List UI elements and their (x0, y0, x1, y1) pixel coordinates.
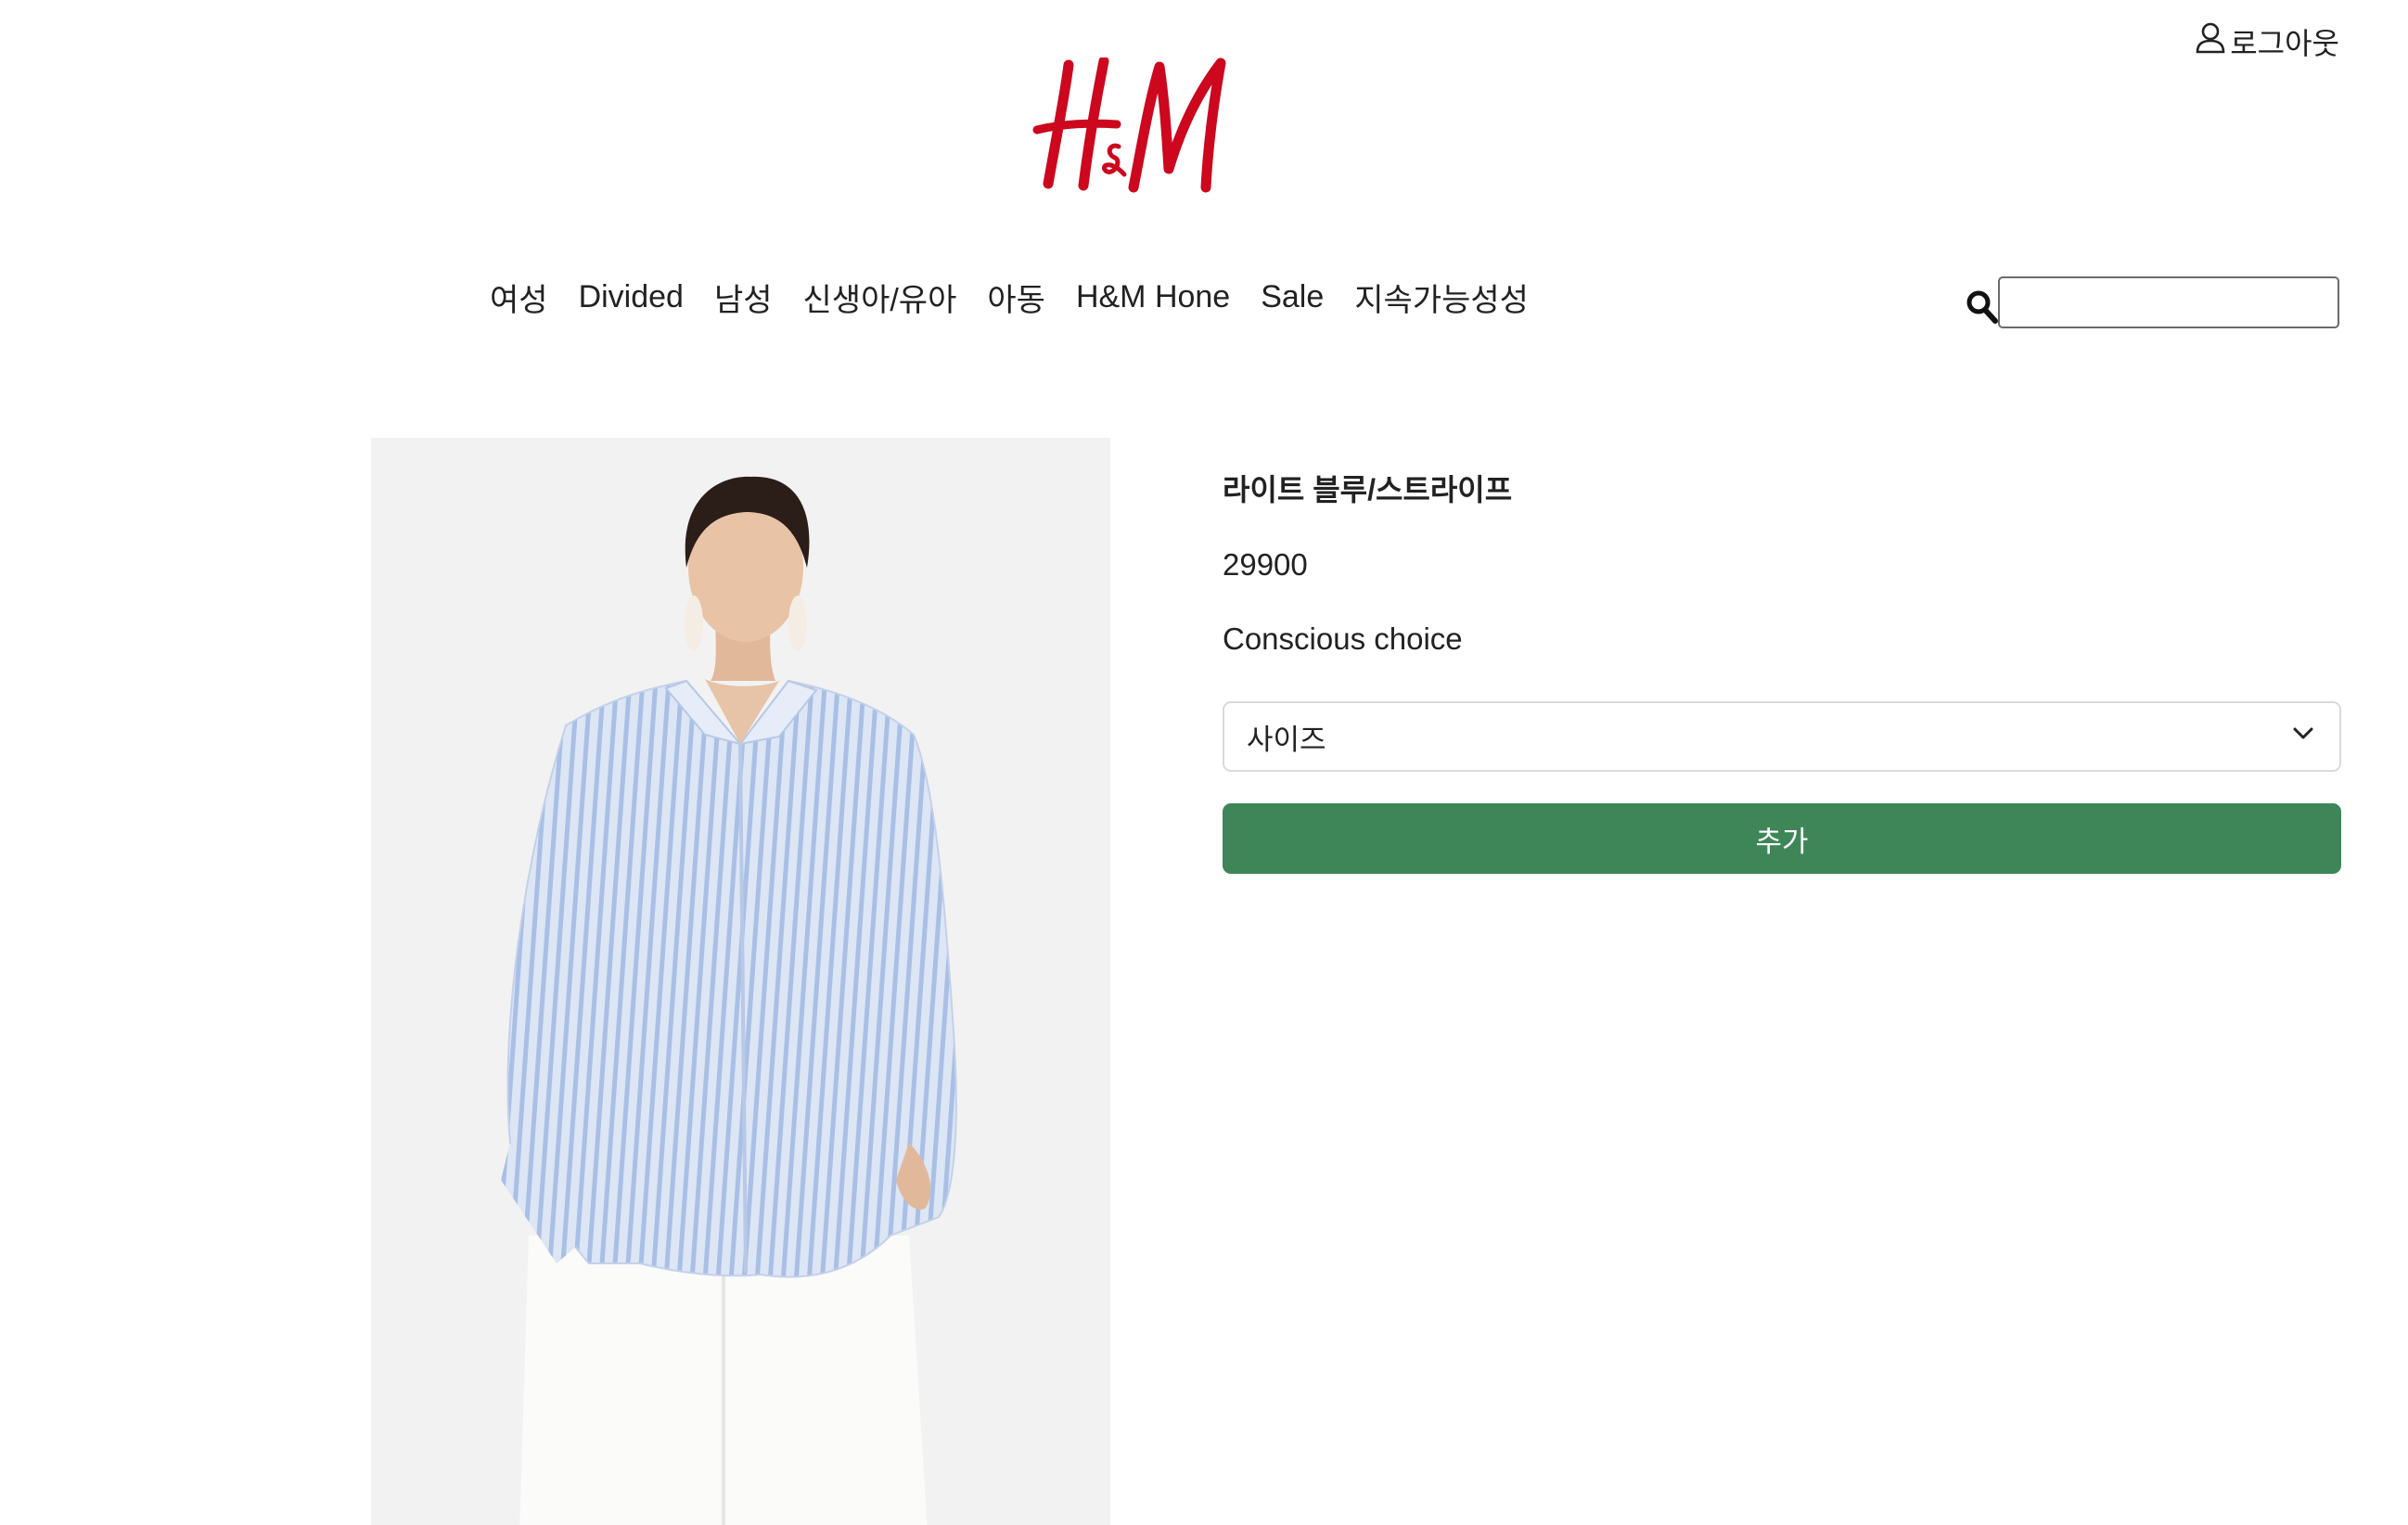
logout-link[interactable]: 로그아웃 (2195, 20, 2339, 63)
conscious-choice-tag: Conscious choice (1223, 622, 1463, 656)
product-image (371, 438, 1110, 1525)
nav-item-divided[interactable]: Divided (579, 279, 684, 315)
user-icon (2195, 21, 2226, 62)
chevron-down-icon (2289, 719, 2317, 754)
nav-item-sustainability[interactable]: 지속가능성성 (1354, 275, 1529, 320)
add-button-label: 추가 (1755, 825, 1809, 858)
size-select-label: 사이즈 (1247, 723, 1326, 756)
hm-logo[interactable] (1031, 56, 1228, 195)
product-info: 라이트 블루/스트라이프 29900 Conscious choice 사이즈 … (1223, 469, 2341, 874)
nav-item-kids[interactable]: 아동 (987, 275, 1045, 320)
product-price: 29900 (1223, 547, 1308, 582)
search-icon[interactable] (1965, 288, 2000, 326)
search-input[interactable] (1998, 276, 2339, 328)
nav-item-sale[interactable]: Sale (1261, 279, 1324, 315)
product-detail-page: 로그아웃 여성 Divided 남성 신생아/유아 아동 H&M Hone Sa… (0, 0, 2408, 1525)
nav-item-baby[interactable]: 신생아/유아 (803, 275, 957, 320)
nav-item-women[interactable]: 여성 (490, 275, 548, 320)
product-name: 라이트 블루/스트라이프 (1223, 473, 1513, 506)
logout-label: 로그아웃 (2230, 27, 2339, 60)
add-to-cart-button[interactable]: 추가 (1223, 803, 2341, 874)
size-select[interactable]: 사이즈 (1223, 701, 2341, 772)
nav-item-home[interactable]: H&M Hone (1076, 279, 1230, 315)
search-bar (1965, 276, 2339, 328)
nav-item-men[interactable]: 남성 (714, 275, 773, 320)
main-nav: 여성 Divided 남성 신생아/유아 아동 H&M Hone Sale 지속… (490, 275, 1529, 320)
